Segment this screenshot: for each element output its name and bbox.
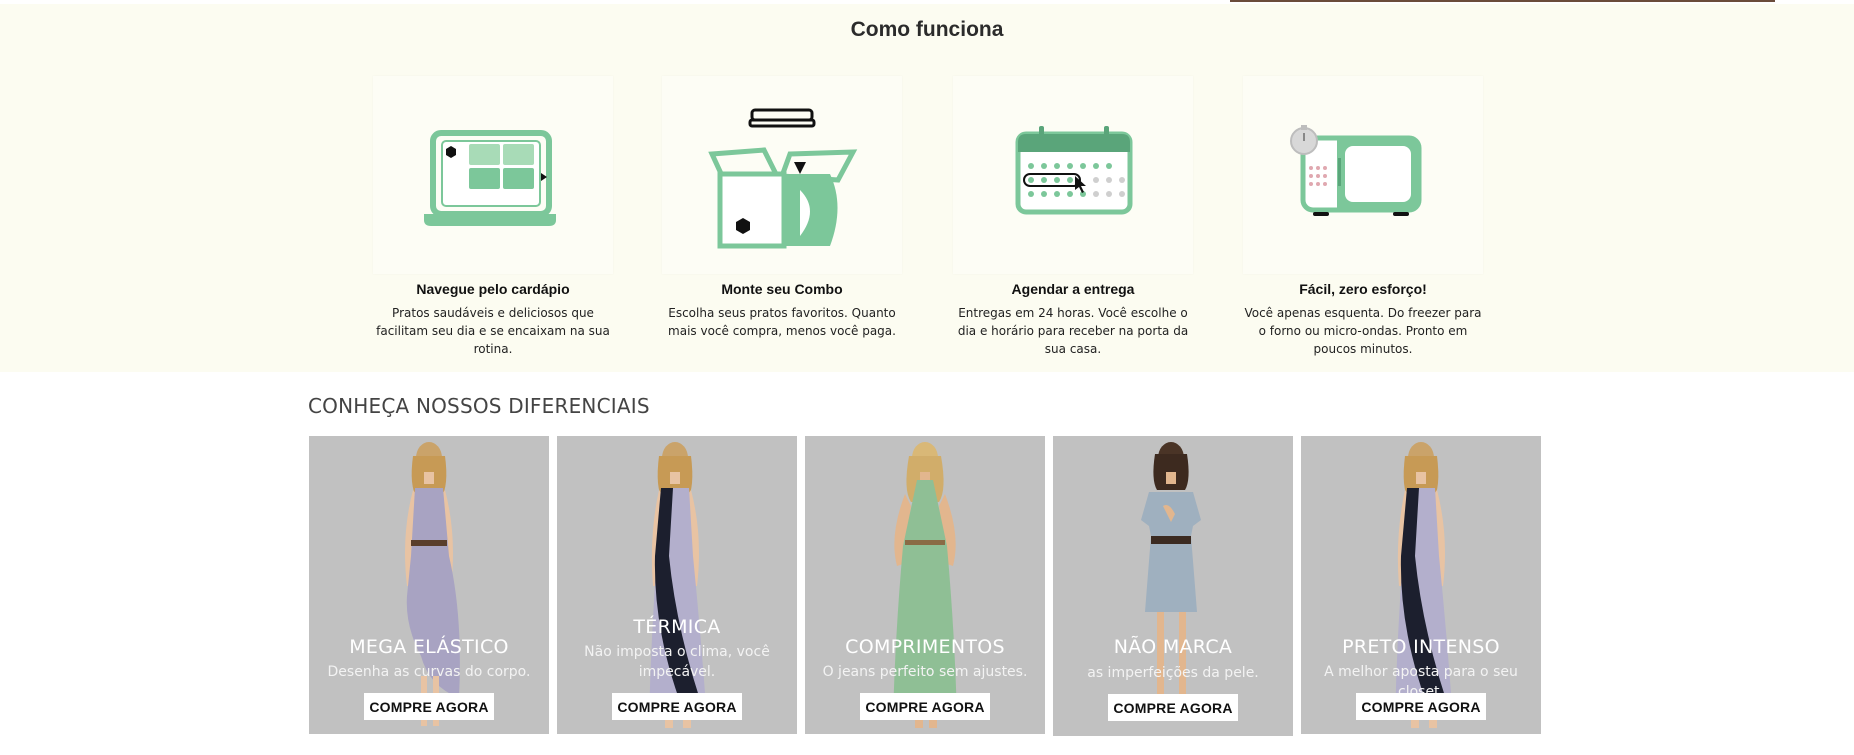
hero-image-edge [1230,0,1775,2]
calendar-icon [1015,126,1133,215]
step-title: Fácil, zero esforço! [1299,281,1427,297]
step-title: Agendar a entrega [1011,281,1135,297]
card-subtitle: as imperfeições da pele. [1087,665,1259,681]
step-description: Escolha seus pratos favoritos. Quanto ma… [668,306,896,338]
step-description: Você apenas esquenta. Do freezer para o … [1244,306,1482,356]
differentials-title: CONHEÇA NOSSOS DIFERENCIAIS [308,394,650,418]
model-photo [649,442,707,728]
card-title: NÃO MARCA [1113,636,1233,658]
differential-card-comprimentos[interactable]: COMPRIMENTOS O jeans perfeito sem ajuste… [805,436,1045,734]
card-subtitle: Não imposta o clima, você impecável. [584,644,770,680]
step-combo: Monte seu Combo Escolha seus pratos favo… [660,76,904,368]
laptop-menu-icon [424,130,556,226]
buy-now-button[interactable]: COMPRE AGORA [364,693,494,720]
card-subtitle: Desenha as curvas do corpo. [327,664,531,680]
card-title: COMPRIMENTOS [845,636,1005,658]
buy-now-button[interactable]: COMPRE AGORA [1356,693,1486,720]
card-title: MEGA ELÁSTICO [349,636,509,658]
step-schedule-delivery: Agendar a entrega Entregas em 24 horas. … [951,76,1195,368]
how-it-works-section: Como funciona Navegue pelo cardápio Prat… [0,4,1854,372]
buy-now-button[interactable]: COMPRE AGORA [612,693,742,720]
card-subtitle: O jeans perfeito sem ajustes. [822,664,1028,680]
model-photo [1141,442,1201,712]
step-browse-menu: Navegue pelo cardápio Pratos saudáveis e… [371,76,615,368]
step-easy: Fácil, zero esforço! Você apenas esquent… [1241,76,1485,368]
step-description: Pratos saudáveis e deliciosos que facili… [376,306,610,356]
buy-now-button[interactable]: COMPRE AGORA [1108,694,1238,721]
card-title: PRETO INTENSO [1342,636,1500,658]
model-photo [405,442,460,726]
differential-card-nao-marca[interactable]: NÃO MARCA as imperfeições da pele. COMPR… [1053,436,1293,736]
microwave-icon [1290,125,1422,216]
step-title: Navegue pelo cardápio [416,281,570,297]
how-it-works-title: Como funciona [850,18,1004,41]
card-title: TÉRMICA [633,616,721,638]
step-title: Monte seu Combo [721,281,843,297]
differential-card-preto-intenso[interactable]: PRETO INTENSO A melhor aposta para o seu… [1301,436,1541,734]
model-photo [893,442,957,728]
buy-now-button[interactable]: COMPRE AGORA [860,693,990,720]
differential-card-mega-elastico[interactable]: MEGA ELÁSTICO Desenha as curvas do corpo… [309,436,549,734]
step-description: Entregas em 24 horas. Você escolhe o dia… [957,306,1189,356]
box-combo-icon [708,108,858,249]
differential-card-termica[interactable]: TÉRMICA Não imposta o clima, você impecá… [557,436,797,734]
